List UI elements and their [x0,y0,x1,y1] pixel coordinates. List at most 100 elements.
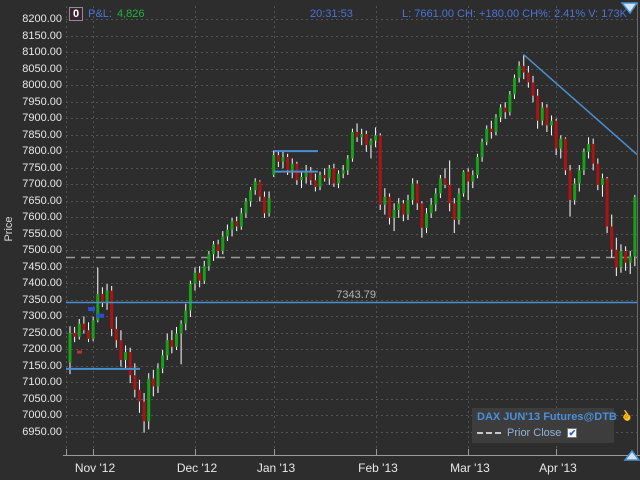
x-axis-label: Apr '13 [539,461,577,475]
candle-up [281,157,285,162]
candle-down [452,203,456,220]
y-axis-label: 7750.00 [22,162,62,174]
candle-down [323,174,327,179]
candle-up [383,196,387,205]
candle-down [545,107,549,126]
legend-box[interactable]: DAX JUN'13 Futures@DTB ☝ Prior Close ✔ [472,408,635,443]
down-trendline[interactable] [523,54,638,156]
prior-close-line-sample [477,432,501,434]
horizontal-line-price-label[interactable]: 7343.79 [300,289,376,301]
candle-up [392,209,396,218]
y-axis-label: 7150.00 [22,360,62,372]
candle-down [309,171,313,181]
trading-chart-panel: Price 8200.00 8150.00 8100.00 8050.00 8000.0… [0,0,640,480]
candle-down [73,332,77,337]
candle-down [119,340,123,360]
candle-down [276,155,280,162]
y-axis-label: 7050.00 [22,393,62,405]
clock-time: 20:31:53 [310,8,353,20]
candle-up [156,368,160,387]
candle-down [554,120,558,149]
y-axis-label: 7300.00 [22,310,62,322]
position-badge[interactable]: 0 [69,7,84,21]
candle-down [137,389,141,402]
x-axis-label: Nov '12 [74,461,116,475]
candle-down [142,401,146,422]
y-axis-label: 6950.00 [22,426,62,438]
candle-up [475,157,479,175]
candle-down [313,180,317,187]
candle-down [563,138,567,171]
y-axis-label: 8100.00 [22,46,62,58]
candle-up [508,94,512,113]
candle-up [471,174,475,182]
candle-down [82,323,86,331]
candle-up [290,163,294,171]
candle-down [332,168,336,184]
candle-up [350,131,354,159]
candle-down [522,65,526,73]
candle-down [100,293,104,303]
x-axis-label: Feb '13 [358,461,398,475]
candle-down [610,226,614,250]
candle-up [434,193,438,205]
y-axis-label: 7100.00 [22,376,62,388]
y-axis-label: 8050.00 [22,63,62,75]
y-axis-label: 7900.00 [22,112,62,124]
candle-up [193,272,197,284]
candle-up [91,320,95,339]
candle-up [582,151,586,171]
y-axis-label: 7950.00 [22,96,62,108]
candle-down [443,178,447,185]
order-marker[interactable] [77,350,82,354]
candle-down [110,290,114,329]
candle-down [170,340,174,347]
candle-up [540,107,544,121]
candle-down [536,95,540,121]
candle-down [591,143,595,164]
candle-down [355,131,359,138]
candle-up [184,310,188,324]
candle-up [480,141,484,158]
legend-symbol-title[interactable]: DAX JUN'13 Futures@DTB [477,411,617,423]
candle-up [253,181,257,191]
y-axis-label: 7400.00 [22,277,62,289]
candle-up [77,323,81,337]
candle-down [235,221,239,227]
candle-down [128,352,132,376]
candle-down [262,196,266,214]
y-axis-label: 8200.00 [22,13,62,25]
candle-up [267,198,271,214]
candle-up [174,333,178,347]
candle-down [503,107,507,113]
candle-up [207,254,211,267]
pnl-label: P&L: [88,8,112,20]
candle-down [614,249,618,268]
candle-up [517,65,521,78]
candle-up [212,244,216,255]
y-axis-label: 7800.00 [22,145,62,157]
candle-down [258,181,262,197]
candle-up [550,120,554,126]
candle-up [161,355,165,369]
candle-up [327,168,331,179]
status-bar: 0 P&L: 4,826 [69,7,145,21]
x-axis-label: Jan '13 [256,461,296,475]
candle-up [438,178,442,194]
prior-close-checkbox[interactable]: ✔ [567,428,578,438]
y-axis-label: 7250.00 [22,327,62,339]
candle-down [605,178,609,227]
candle-up [462,171,466,194]
candle-up [411,183,415,201]
candle-up [239,213,243,227]
candle-up [619,250,623,268]
order-marker[interactable] [88,307,95,312]
y-axis-label: 7000.00 [22,409,62,421]
candle-up [559,138,563,149]
candle-up [165,340,169,356]
order-marker[interactable] [97,313,104,318]
candle-down [596,163,600,185]
candle-up [512,77,516,95]
candle-up [225,229,229,237]
candle-down [401,203,405,215]
